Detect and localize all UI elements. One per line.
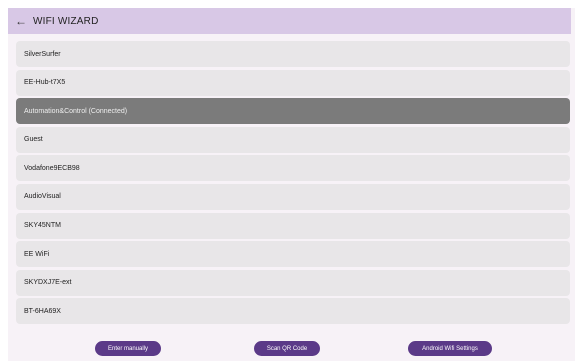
scan-qr-button[interactable]: Scan QR Code [254, 341, 320, 356]
network-name: AudioVisual [24, 193, 61, 201]
enter-manually-button[interactable]: Enter manually [95, 341, 161, 356]
bottom-actions: Enter manually Scan QR Code Android Wifi… [8, 341, 575, 361]
arrow-left-icon: ← [15, 14, 27, 28]
back-button[interactable]: ← [11, 11, 31, 31]
page-title: WIFI WIZARD [33, 15, 99, 27]
network-item-connected[interactable]: Automation&Control (Connected) [16, 98, 570, 125]
network-item[interactable]: SKYDXJ7E-ext [16, 269, 570, 296]
network-item[interactable]: Vodafone9ECB98 [16, 155, 570, 182]
network-name: Vodafone9ECB98 [24, 164, 80, 172]
network-list: SilverSurfer EE-Hub-t7X5 Automation&Cont… [16, 41, 570, 327]
android-wifi-settings-button[interactable]: Android Wifi Settings [408, 341, 492, 356]
network-name: BT-6HA69X [24, 307, 61, 315]
network-item[interactable]: AudioVisual [16, 183, 570, 210]
network-name: EE WiFi [24, 250, 50, 258]
network-name: SKYDXJ7E-ext [24, 279, 72, 287]
network-item[interactable]: Guest [16, 126, 570, 153]
network-item[interactable]: SKY45NTM [16, 212, 570, 239]
app-frame: ← WIFI WIZARD SilverSurfer EE-Hub-t7X5 A… [8, 8, 575, 361]
network-name: EE-Hub-t7X5 [24, 79, 66, 87]
network-name: Guest [24, 136, 43, 144]
network-item[interactable]: SilverSurfer [16, 41, 570, 67]
network-item[interactable]: BT-6HA69X [16, 298, 570, 325]
network-item[interactable]: EE WiFi [16, 241, 570, 268]
network-item[interactable]: EE-Hub-t7X5 [16, 69, 570, 96]
network-name: Automation&Control (Connected) [24, 107, 128, 115]
network-name: SKY45NTM [24, 222, 61, 230]
network-name: SilverSurfer [24, 50, 61, 58]
app-bar: ← WIFI WIZARD [8, 8, 571, 34]
